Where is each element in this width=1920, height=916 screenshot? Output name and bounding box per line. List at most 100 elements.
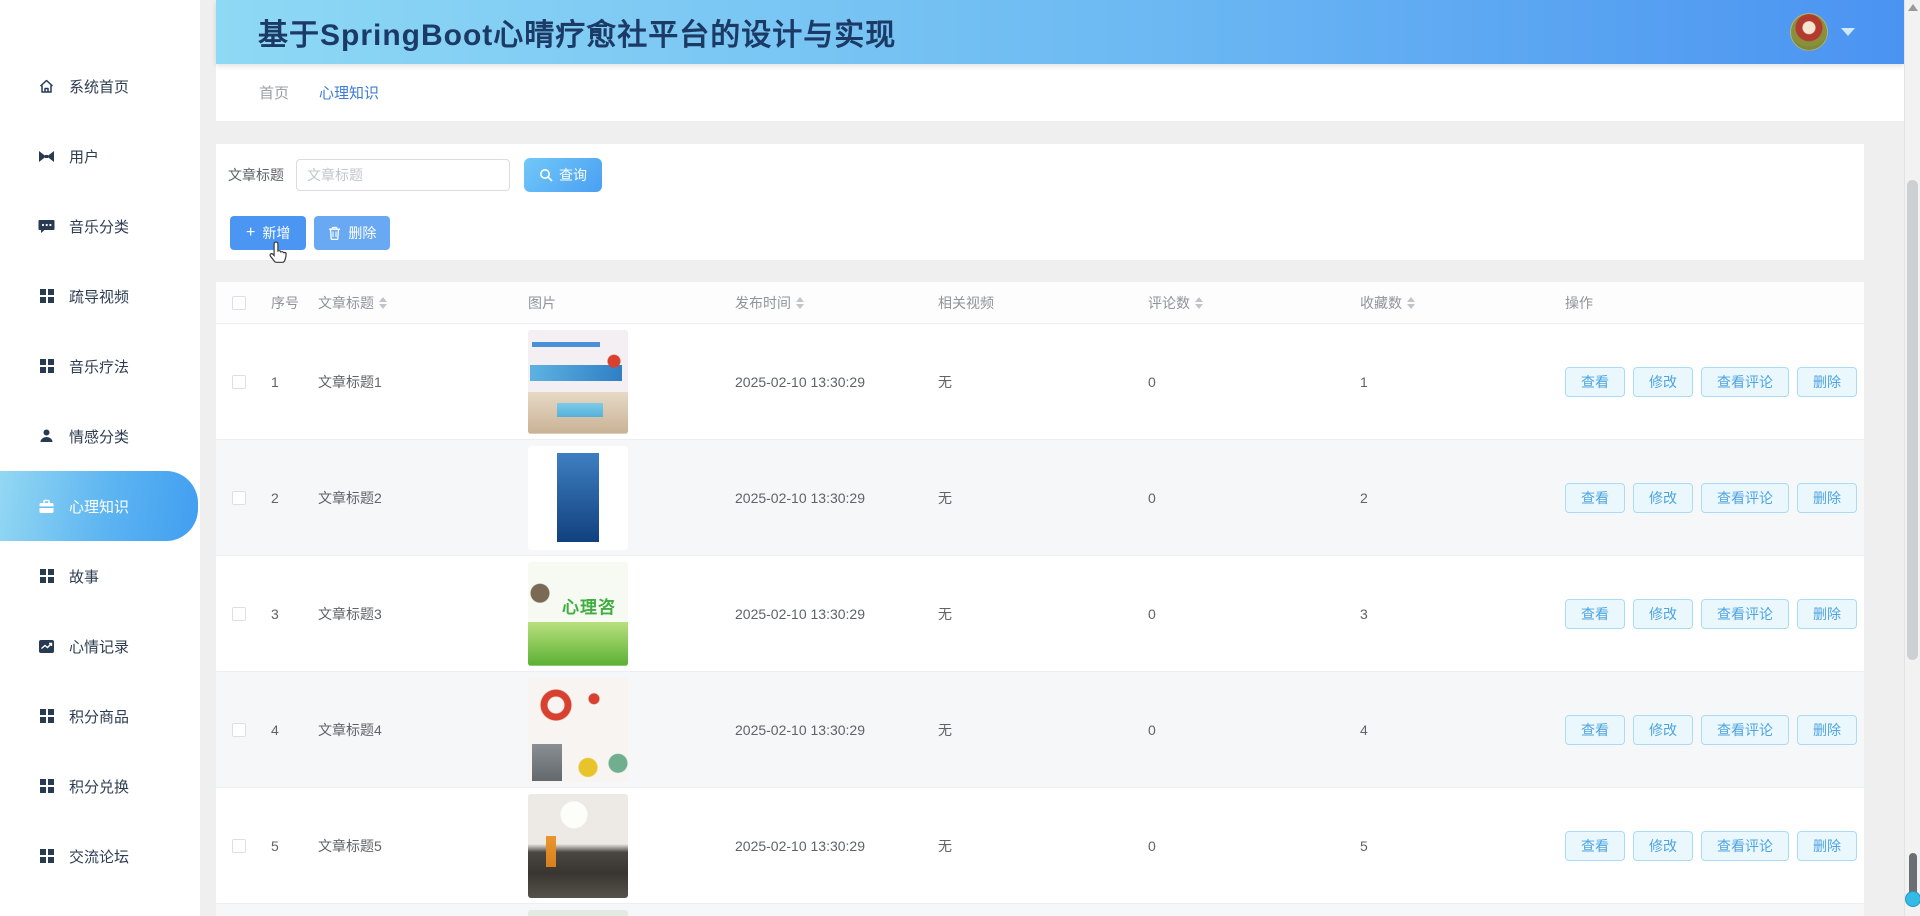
scroll-up-icon[interactable] [1908,4,1918,11]
view-comments-button[interactable]: 查看评论 [1701,598,1789,629]
sort-icons[interactable] [379,296,387,309]
avatar[interactable] [1790,13,1828,51]
select-all-checkbox[interactable] [232,295,246,310]
sidebar-item-story[interactable]: 故事 [0,541,200,611]
view-comments-button[interactable]: 查看评论 [1701,830,1789,861]
view-comments-button[interactable]: 查看评论 [1701,482,1789,513]
scroll-widget-ball[interactable] [1905,891,1920,907]
mouse-cursor-icon [268,240,290,272]
sidebar-item-system-home[interactable]: 系统首页 [0,51,200,121]
edit-button[interactable]: 修改 [1633,714,1693,745]
sidebar-item-forum[interactable]: 交流论坛 [0,821,200,891]
view-button[interactable]: 查看 [1565,598,1625,629]
table-row [216,904,1864,916]
chevron-down-icon[interactable] [1841,28,1855,36]
scrollbar-thumb[interactable] [1907,180,1918,660]
article-title: 文章标题3 [318,605,382,622]
comments-count: 0 [1148,489,1156,506]
sidebar-item-emotion-category[interactable]: 情感分类 [0,401,200,471]
col-related-video: 相关视频 [938,294,994,311]
article-image[interactable] [528,329,628,434]
publish-time: 2025-02-10 13:30:29 [735,721,865,738]
delete-row-button[interactable]: 删除 [1797,482,1857,513]
row-checkbox[interactable] [232,722,246,737]
delete-row-button[interactable]: 删除 [1797,830,1857,861]
delete-row-button[interactable]: 删除 [1797,714,1857,745]
view-button[interactable]: 查看 [1565,830,1625,861]
col-actions: 操作 [1565,294,1593,311]
table-row: 4 文章标题4 2025-02-10 13:30:29 无 0 4 查看 修改 … [216,672,1864,788]
articles-table: 序号 文章标题 图片 发布时间 相关视频 评论数 收藏数 操作 1 文章标题1 … [216,282,1864,916]
grid-icon [38,568,55,585]
row-index: 2 [271,489,279,506]
briefcase-icon [38,498,55,515]
related-video: 无 [938,489,952,506]
table-header-row: 序号 文章标题 图片 发布时间 相关视频 评论数 收藏数 操作 [216,282,1864,324]
related-video: 无 [938,373,952,390]
query-button[interactable]: 查询 [524,158,602,192]
sidebar-item-music-category[interactable]: 音乐分类 [0,191,200,261]
favorites-count: 3 [1360,605,1368,622]
row-checkbox[interactable] [232,838,246,853]
view-comments-button[interactable]: 查看评论 [1701,366,1789,397]
search-panel: 文章标题 查询 + 新增 删除 [216,144,1864,263]
sidebar-item-label: 疏导视频 [69,288,130,306]
article-image[interactable] [528,677,628,782]
edit-button[interactable]: 修改 [1633,598,1693,629]
comments-count: 0 [1148,721,1156,738]
sidebar-item-label: 用户 [69,148,100,166]
vertical-scrollbar[interactable] [1904,0,1920,916]
sidebar-item-label: 积分商品 [69,708,130,726]
row-checkbox[interactable] [232,606,246,621]
delete-row-button[interactable]: 删除 [1797,366,1857,397]
edit-button[interactable]: 修改 [1633,366,1693,397]
edit-button[interactable]: 修改 [1633,482,1693,513]
article-title: 文章标题4 [318,721,382,738]
row-index: 5 [271,837,279,854]
tab-home[interactable]: 首页 [259,82,289,103]
article-image[interactable] [528,793,628,898]
users-icon [38,148,55,165]
sort-icons[interactable] [796,296,804,309]
view-button[interactable]: 查看 [1565,482,1625,513]
sort-icons[interactable] [1195,296,1203,309]
view-comments-button[interactable]: 查看评论 [1701,714,1789,745]
edit-button[interactable]: 修改 [1633,830,1693,861]
page-title: 基于SpringBoot心晴疗愈社平台的设计与实现 [258,19,897,52]
sort-icons[interactable] [1407,296,1415,309]
sidebar-item-psych-knowledge[interactable]: 心理知识 [0,471,198,541]
sidebar-item-points-exchange[interactable]: 积分兑换 [0,751,200,821]
sidebar-item-label: 故事 [69,568,100,586]
search-input[interactable] [296,159,510,191]
article-image[interactable]: 心理咨 [528,561,628,666]
sidebar-item-guidance-video[interactable]: 疏导视频 [0,261,200,331]
delete-row-button[interactable]: 删除 [1797,598,1857,629]
row-checkbox[interactable] [232,490,246,505]
tab-psych-knowledge[interactable]: 心理知识 [319,82,379,103]
sidebar-item-music-therapy[interactable]: 音乐疗法 [0,331,200,401]
chart-icon [38,638,55,655]
view-button[interactable]: 查看 [1565,714,1625,745]
article-image[interactable] [528,445,628,550]
sidebar-item-points-goods[interactable]: 积分商品 [0,681,200,751]
view-button[interactable]: 查看 [1565,366,1625,397]
col-comments: 评论数 [1140,293,1352,313]
related-video: 无 [938,605,952,622]
publish-time: 2025-02-10 13:30:29 [735,489,865,506]
plus-icon: + [246,224,256,241]
article-image[interactable] [528,909,628,916]
grid-icon [38,848,55,865]
table-row: 5 文章标题5 2025-02-10 13:30:29 无 0 5 查看 修改 … [216,788,1864,904]
comments-count: 0 [1148,605,1156,622]
grid-icon [38,778,55,795]
sidebar-item-label: 音乐分类 [69,218,130,236]
publish-time: 2025-02-10 13:30:29 [735,837,865,854]
table-row: 1 文章标题1 2025-02-10 13:30:29 无 0 1 查看 修改 … [216,324,1864,440]
chat-bubble-icon [38,218,55,235]
col-title: 文章标题 [310,293,520,313]
row-checkbox[interactable] [232,374,246,389]
delete-button[interactable]: 删除 [314,216,391,250]
sidebar-item-mood-record[interactable]: 心情记录 [0,611,200,681]
col-image: 图片 [528,294,556,311]
sidebar-item-users[interactable]: 用户 [0,121,200,191]
